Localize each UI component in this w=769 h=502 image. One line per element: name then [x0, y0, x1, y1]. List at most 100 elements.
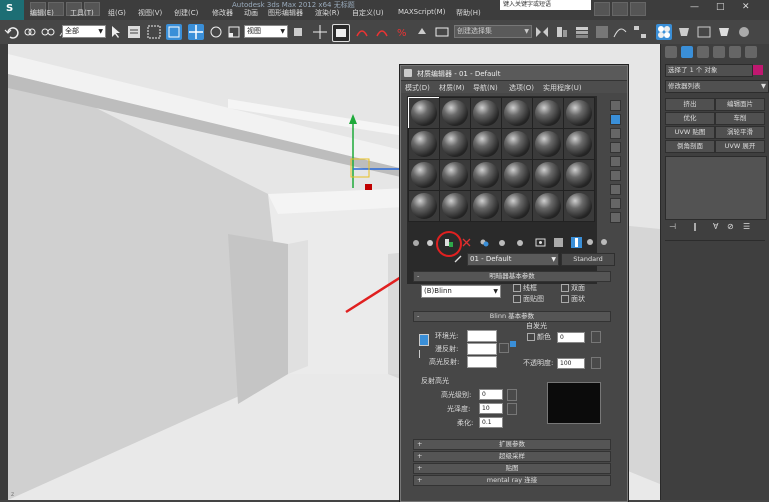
- rectangular-selection-icon[interactable]: [146, 24, 162, 40]
- manipulate-icon[interactable]: [312, 24, 328, 40]
- material-sample-slot[interactable]: [532, 128, 564, 160]
- material-sample-slot[interactable]: [408, 190, 440, 222]
- hierarchy-tab-icon[interactable]: [697, 46, 709, 58]
- specular-level-spinner[interactable]: 0: [479, 389, 503, 400]
- rollout-maps[interactable]: + 贴图: [413, 463, 611, 474]
- modifier-stack[interactable]: [665, 156, 767, 220]
- backlight-icon[interactable]: [610, 114, 621, 125]
- show-end-result-icon[interactable]: ‖: [693, 222, 697, 231]
- make-preview-icon[interactable]: [610, 170, 621, 181]
- material-editor-icon[interactable]: [656, 24, 672, 40]
- material-sample-slot[interactable]: [408, 159, 440, 191]
- faceted-checkbox[interactable]: [561, 295, 569, 303]
- menu-maxscript[interactable]: MAXScript(M): [398, 8, 445, 16]
- menu-tools[interactable]: 工具(T): [70, 8, 94, 18]
- material-sample-slot[interactable]: [470, 159, 502, 191]
- unlink-icon[interactable]: [40, 24, 56, 40]
- modifier-button-turbosmooth[interactable]: 涡轮平滑: [715, 126, 765, 139]
- menu-group[interactable]: 组(G): [108, 8, 126, 18]
- app-logo[interactable]: S: [0, 0, 24, 20]
- utilities-tab-icon[interactable]: [745, 46, 757, 58]
- object-name-field[interactable]: 选择了 1 个 对象: [665, 64, 753, 77]
- create-tab-icon[interactable]: [665, 46, 677, 58]
- put-to-library-icon[interactable]: [515, 237, 526, 248]
- modifier-button-extrude[interactable]: 挤出: [665, 98, 715, 111]
- menu-customize[interactable]: 自定义(U): [352, 8, 384, 18]
- remove-modifier-icon[interactable]: ⊘: [727, 222, 734, 231]
- specular-level-map-button[interactable]: [507, 389, 517, 401]
- go-to-parent-icon[interactable]: [585, 237, 596, 248]
- material-sample-slot[interactable]: [408, 128, 440, 160]
- material-sample-slot[interactable]: [470, 97, 502, 129]
- put-material-to-scene-icon[interactable]: [425, 237, 436, 248]
- menu-graph-editors[interactable]: 图形编辑器: [268, 8, 303, 18]
- menu-edit[interactable]: 编辑(E): [30, 8, 54, 18]
- make-unique-icon[interactable]: ∀: [713, 222, 718, 231]
- me-menu-options[interactable]: 选项(O): [509, 83, 534, 93]
- go-forward-to-sibling-icon[interactable]: [599, 237, 610, 248]
- select-object-icon[interactable]: [108, 24, 124, 40]
- reset-map-icon[interactable]: [461, 237, 472, 248]
- material-sample-slot[interactable]: [501, 159, 533, 191]
- rollout-blinn-basic[interactable]: - Blinn 基本参数: [413, 311, 611, 322]
- two-sided-checkbox[interactable]: [561, 284, 569, 292]
- modifier-button-bevel-profile[interactable]: 倒角剖面: [665, 140, 715, 153]
- material-sample-slot[interactable]: [532, 190, 564, 222]
- select-scale-icon[interactable]: [226, 24, 242, 40]
- soften-spinner[interactable]: 0.1: [479, 417, 503, 428]
- opacity-map-button[interactable]: [591, 357, 601, 369]
- material-sample-slot[interactable]: [563, 159, 595, 191]
- lock-ambient-diffuse-icon[interactable]: [419, 334, 429, 346]
- search-icon[interactable]: [594, 2, 610, 16]
- minimize-icon[interactable]: —: [690, 2, 704, 14]
- edit-named-selection-icon[interactable]: [434, 24, 450, 40]
- select-rotate-icon[interactable]: [208, 24, 224, 40]
- material-sample-slot[interactable]: [563, 190, 595, 222]
- keyboard-shortcut-override-icon[interactable]: [332, 24, 350, 42]
- diffuse-color-swatch[interactable]: [467, 343, 497, 355]
- self-illum-spinner[interactable]: 0: [557, 332, 585, 343]
- material-sample-slot[interactable]: [470, 190, 502, 222]
- material-sample-slot[interactable]: [408, 97, 440, 129]
- object-color-swatch[interactable]: [753, 65, 763, 75]
- self-illum-map-button[interactable]: [591, 331, 601, 343]
- motion-tab-icon[interactable]: [713, 46, 725, 58]
- make-material-copy-icon[interactable]: [479, 237, 490, 248]
- named-selection-dropdown[interactable]: 创建选择集 ▼: [454, 25, 532, 38]
- options-icon[interactable]: [610, 184, 621, 195]
- modifier-button-uvw-unwrap[interactable]: UVW 展开: [715, 140, 765, 153]
- pin-stack-icon[interactable]: ⊣: [669, 222, 676, 231]
- sample-uv-tiling-icon[interactable]: [610, 142, 621, 153]
- get-material-icon[interactable]: [411, 237, 422, 248]
- video-color-check-icon[interactable]: [610, 156, 621, 167]
- material-sample-slot[interactable]: [563, 97, 595, 129]
- material-editor-titlebar[interactable]: 材质编辑器 - 01 - Default: [401, 66, 627, 81]
- menu-views[interactable]: 视图(V): [138, 8, 162, 18]
- rollout-extended[interactable]: + 扩展参数: [413, 439, 611, 450]
- percent-snap-icon[interactable]: %: [394, 24, 410, 40]
- wire-checkbox[interactable]: [513, 284, 521, 292]
- maximize-icon[interactable]: □: [716, 2, 730, 14]
- me-menu-modes[interactable]: 模式(D): [405, 83, 430, 93]
- menu-animation[interactable]: 动画: [244, 8, 258, 18]
- rendered-frame-window-icon[interactable]: [696, 24, 712, 40]
- me-menu-material[interactable]: 材质(M): [439, 83, 465, 93]
- menu-create[interactable]: 创建(C): [174, 8, 198, 18]
- close-icon[interactable]: ✕: [742, 2, 756, 14]
- opacity-spinner[interactable]: 100: [557, 358, 585, 369]
- help-icon[interactable]: [630, 2, 646, 16]
- me-menu-navigation[interactable]: 导航(N): [473, 83, 498, 93]
- specular-color-swatch[interactable]: [467, 356, 497, 368]
- pivot-center-icon[interactable]: [290, 24, 306, 40]
- graphite-toolbar-icon[interactable]: [594, 24, 610, 40]
- render-production-icon[interactable]: [716, 24, 732, 40]
- show-shaded-material-icon[interactable]: [553, 237, 564, 248]
- material-sample-slot[interactable]: [439, 190, 471, 222]
- menu-help[interactable]: 帮助(H): [456, 8, 481, 18]
- menu-rendering[interactable]: 渲染(R): [315, 8, 339, 18]
- modifier-button-edit-patch[interactable]: 编辑面片: [715, 98, 765, 111]
- select-move-icon[interactable]: [188, 24, 204, 40]
- star-icon[interactable]: [612, 2, 628, 16]
- material-sample-slot[interactable]: [532, 97, 564, 129]
- face-map-checkbox[interactable]: [513, 295, 521, 303]
